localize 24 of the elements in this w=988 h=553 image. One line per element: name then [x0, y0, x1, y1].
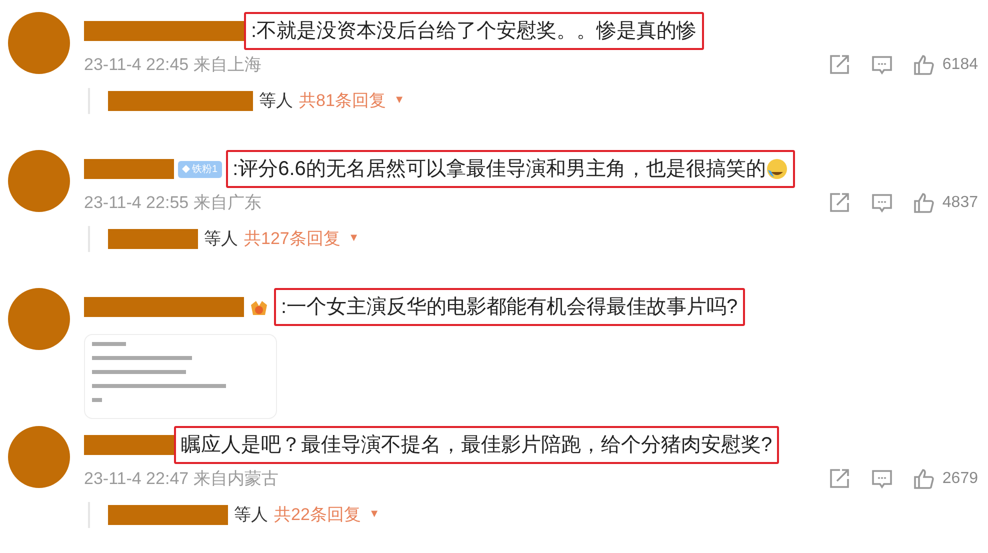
like-count: 2679 — [942, 468, 978, 489]
timestamp: 23-11-4 22:55 来自广东 — [84, 192, 262, 214]
like-count: 4837 — [942, 192, 978, 213]
fan-badge: 铁粉1 — [178, 160, 222, 178]
comment-text: :一个女主演反华的电影都能有机会得最佳故事片吗? — [274, 288, 745, 326]
reply-authors: 等人 — [204, 228, 238, 250]
caret-icon: ▼ — [348, 230, 360, 247]
like-icon[interactable] — [912, 190, 936, 215]
reply-authors: 等人 — [234, 504, 268, 526]
timestamp: 23-11-4 22:47 来自内蒙古 — [84, 468, 278, 490]
like-count: 6184 — [942, 54, 978, 75]
reply-authors: 等人 — [259, 90, 293, 112]
caret-icon: ▼ — [394, 92, 405, 109]
caret-icon: ▼ — [368, 506, 380, 523]
reply-count-link[interactable]: 共22条回复 ▼ — [274, 502, 380, 528]
diamond-icon — [182, 165, 190, 173]
comment-text: :不就是没资本没后台给了个安慰奖。。惨是真的惨 — [244, 12, 704, 50]
reply-count-link[interactable]: 共127条回复 ▼ — [244, 226, 360, 252]
like-icon[interactable] — [912, 466, 936, 491]
like-icon[interactable] — [912, 52, 936, 77]
comment-text: 瞩应人是吧？最佳导演不提名，最佳影片陪跑，给个分猪肉安慰奖? — [174, 426, 780, 464]
comment-text: :评分6.6的无名居然可以拿最佳导演和男主角，也是很搞笑的 — [226, 150, 795, 188]
reply-count-link[interactable]: 共81条回复 ▼ — [299, 88, 405, 114]
timestamp: 23-11-4 22:45 来自上海 — [84, 54, 262, 76]
